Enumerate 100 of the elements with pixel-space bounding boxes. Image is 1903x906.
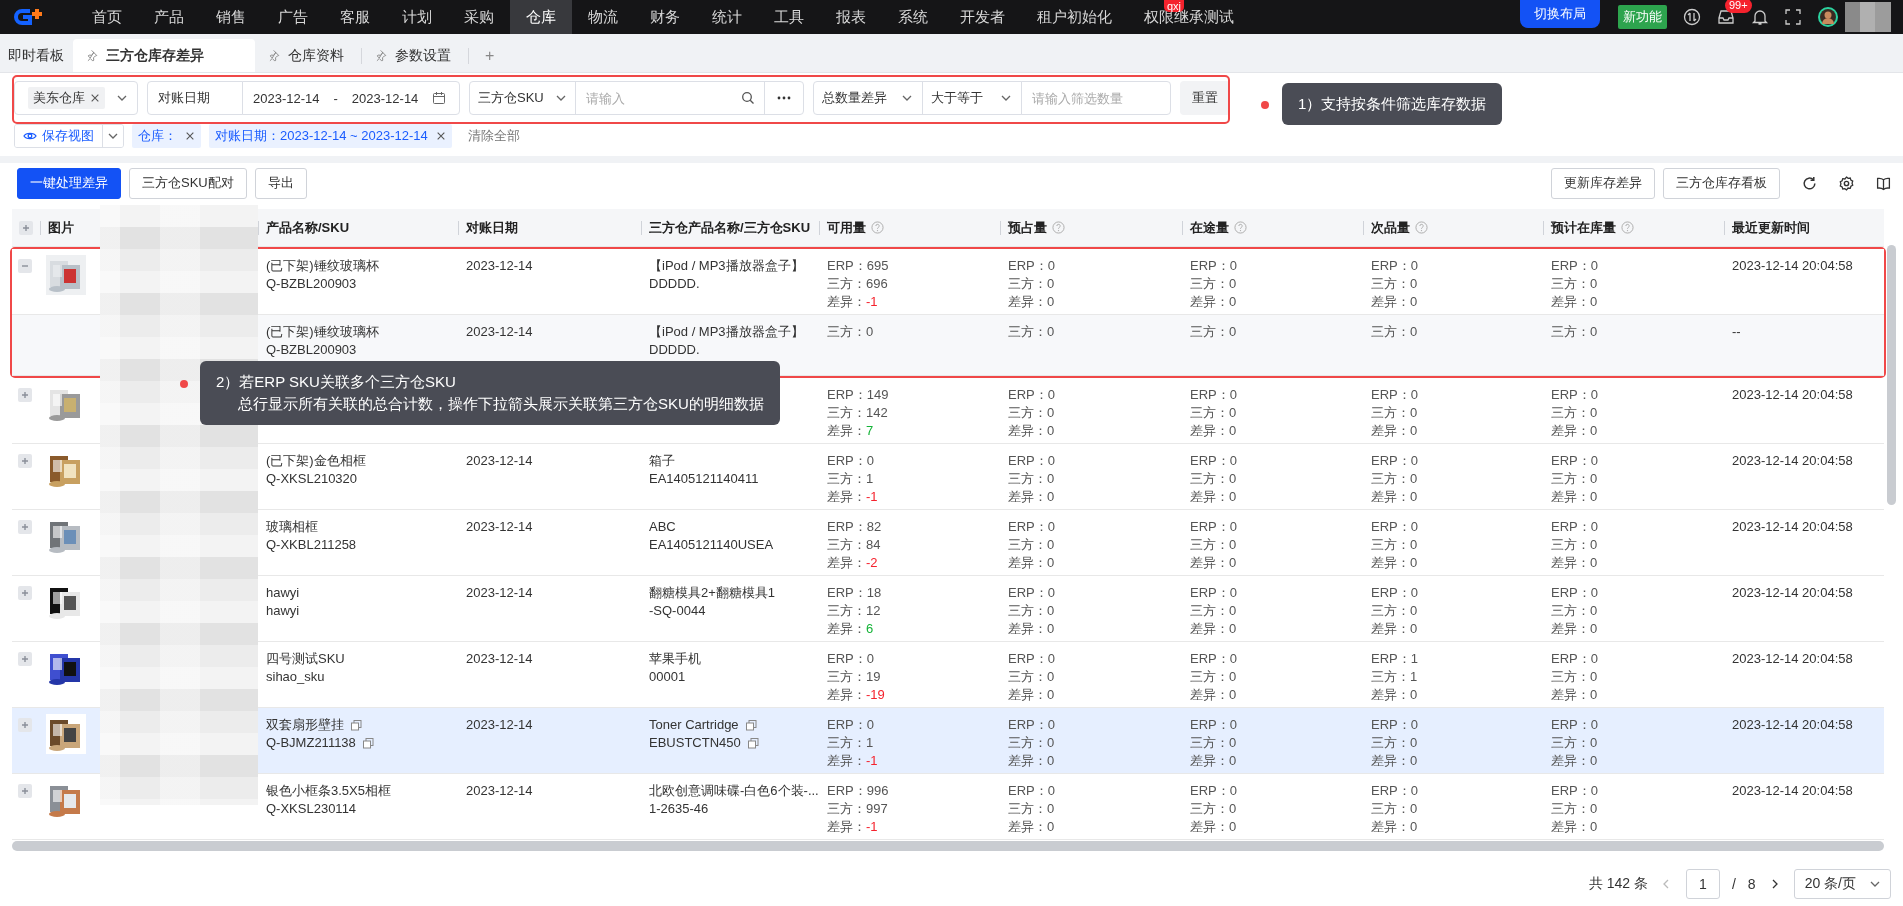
filter-chip[interactable]: 仓库： (132, 124, 201, 148)
nav-item[interactable]: 物流 (572, 0, 634, 34)
update-time: 2023-12-14 20:04:58 (1732, 717, 1853, 732)
nav-item[interactable]: 财务 (634, 0, 696, 34)
copy-icon[interactable] (350, 719, 362, 731)
help-icon[interactable] (871, 221, 884, 234)
product-name: 玻璃相框 (266, 518, 318, 536)
nav-item[interactable]: 客服 (324, 0, 386, 34)
tab[interactable]: 参数设置 (362, 39, 468, 72)
help-icon[interactable] (1415, 221, 1428, 234)
settings-icon[interactable] (1839, 175, 1854, 191)
expand-all-icon[interactable] (19, 220, 33, 235)
column-header[interactable]: 可用量 (827, 218, 884, 237)
metric-text: 差异：0 (1008, 422, 1056, 440)
nav-item[interactable]: 首页 (76, 0, 138, 34)
nav-item[interactable]: 租户初始化 (1021, 0, 1128, 34)
switch-layout-button[interactable]: 切换布局 (1520, 0, 1600, 28)
expand-icon[interactable] (18, 652, 32, 666)
metric-text: 三方：0 (1371, 536, 1419, 554)
nav-item[interactable]: 系统 (882, 0, 944, 34)
metric-text: 三方：997 (827, 800, 889, 818)
metric-text: 差异：6 (827, 620, 875, 638)
page-count: 8 (1747, 876, 1756, 892)
nav-item[interactable]: 仓库 (510, 0, 572, 34)
save-view-button[interactable]: 保存视图 (15, 125, 103, 147)
inbox-icon[interactable] (1717, 8, 1735, 26)
search-icon[interactable] (741, 91, 755, 105)
marker-dot (180, 380, 188, 388)
help-icon[interactable] (1052, 221, 1065, 234)
quantity-field[interactable]: 请输入筛选数量 (1021, 81, 1171, 115)
action-button[interactable]: 三方仓库存看板 (1663, 167, 1780, 199)
expand-icon[interactable] (18, 784, 32, 798)
nav-item[interactable]: 广告 (262, 0, 324, 34)
table-row[interactable]: (已下架)锤纹玻璃杯 Q-BZBL200903 2023-12-14 【iPod / MP3播放器盒子】 DDDDD. ERP：695 三方：696 差异：-1 ERP：0 三方：0 差异：0 ERP：0 三方：0 差异：0 ERP：0 三方：0 差异：0 ERP：0 三方：0 差异：0 2023-12-14 20:04:58 (12, 249, 1884, 315)
comparator-select[interactable]: 大于等于 (922, 81, 1022, 115)
column-header[interactable]: 次品量 (1371, 218, 1428, 237)
copy-icon[interactable] (361, 737, 374, 749)
metric-text: 三方：0 (1008, 323, 1056, 341)
book-icon[interactable] (1876, 175, 1891, 191)
metric-text: ERP：82 (827, 518, 883, 536)
table-row[interactable]: 双套扇形壁挂 Q-BJMZ211138 2023-12-14 Toner Cartridge EBUSTCTN450 ERP：0 三方：1 差异：-1 ERP：0 三方：0 差异：0 ERP：0 三方：0 差异：0 ERP：0 三方：0 差异：0 ERP：0 三方：0 差异：0 2023-12-14 20:04:58 (12, 708, 1884, 774)
copy-icon[interactable] (746, 737, 759, 749)
metric-text: 三方：0 (1371, 470, 1419, 488)
pin-icon (269, 49, 282, 62)
expand-icon[interactable] (18, 586, 32, 600)
refresh-icon[interactable] (1802, 175, 1817, 191)
nav-item[interactable]: 开发者 (944, 0, 1021, 34)
nav-item[interactable]: 工具 (758, 0, 820, 34)
column-header[interactable]: 最近更新时间 (1732, 218, 1810, 237)
nav-item[interactable]: 产品 (138, 0, 200, 34)
clear-all-link[interactable]: 清除全部 (467, 127, 520, 145)
diff-type-select[interactable]: 总数量差异 (813, 81, 923, 115)
avatar-icon[interactable] (1817, 6, 1839, 28)
column-header[interactable]: 图片 (48, 218, 74, 237)
fullscreen-icon[interactable] (1785, 9, 1801, 25)
date-range-field[interactable]: 2023-12-14 - 2023-12-14 (242, 81, 460, 115)
nav-item[interactable]: 销售 (200, 0, 262, 34)
search-field[interactable]: 请输入 (575, 81, 765, 115)
expand-icon[interactable] (18, 718, 32, 732)
date-type-select[interactable]: 对账日期 (147, 81, 243, 115)
collapse-icon[interactable] (18, 259, 32, 273)
tab[interactable]: 即时看板 (0, 39, 73, 72)
column-header[interactable]: 对账日期 (466, 218, 518, 237)
filter-chip[interactable]: 对账日期：2023-12-14 ~ 2023-12-14 (209, 124, 452, 148)
scrollbar[interactable] (12, 841, 1884, 851)
nav-item[interactable]: 统计 (696, 0, 758, 34)
expand-icon[interactable] (18, 388, 32, 402)
nav-item[interactable]: 计划 (386, 0, 448, 34)
warehouse-select[interactable]: 美东仓库 (14, 81, 138, 115)
copy-icon[interactable] (744, 719, 757, 731)
scrollbar[interactable] (1887, 245, 1896, 505)
swap-icon[interactable] (1683, 8, 1701, 26)
bell-icon[interactable] (1751, 8, 1769, 26)
column-header[interactable]: 产品名称/SKU (266, 218, 350, 237)
logo-icon[interactable] (14, 7, 44, 27)
page-size-select[interactable]: 20 条/页 (1793, 869, 1891, 899)
column-header[interactable]: 预占量 (1008, 218, 1065, 237)
close-icon[interactable] (185, 131, 195, 141)
action-button[interactable]: 一键处理差异 (17, 167, 121, 199)
help-icon[interactable] (1234, 221, 1247, 234)
more-button[interactable] (764, 81, 804, 115)
column-header[interactable]: 三方仓产品名称/三方仓SKU (649, 218, 811, 237)
action-button[interactable]: 更新库存差异 (1551, 167, 1655, 199)
close-icon[interactable] (435, 131, 446, 141)
tab[interactable]: 仓库资料 (255, 39, 361, 72)
reset-button[interactable]: 重置 (1180, 81, 1230, 115)
page-field[interactable]: 1 (1685, 869, 1720, 899)
nav-item[interactable]: 报表 (820, 0, 882, 34)
action-button[interactable]: 导出 (254, 167, 307, 199)
metric-text: 三方：0 (1008, 470, 1056, 488)
tab[interactable]: 三方仓库存差异 (73, 39, 255, 72)
close-icon[interactable] (90, 93, 100, 103)
sku-type-select[interactable]: 三方仓SKU (469, 81, 577, 115)
help-icon[interactable] (1621, 221, 1634, 234)
nav-item[interactable]: 采购 (448, 0, 510, 34)
expand-icon[interactable] (18, 520, 32, 534)
column-header[interactable]: 在途量 (1190, 218, 1247, 237)
column-header[interactable]: 预计在库量 (1551, 218, 1634, 237)
expand-icon[interactable] (18, 454, 32, 468)
action-button[interactable]: 三方仓SKU配对 (129, 167, 247, 199)
